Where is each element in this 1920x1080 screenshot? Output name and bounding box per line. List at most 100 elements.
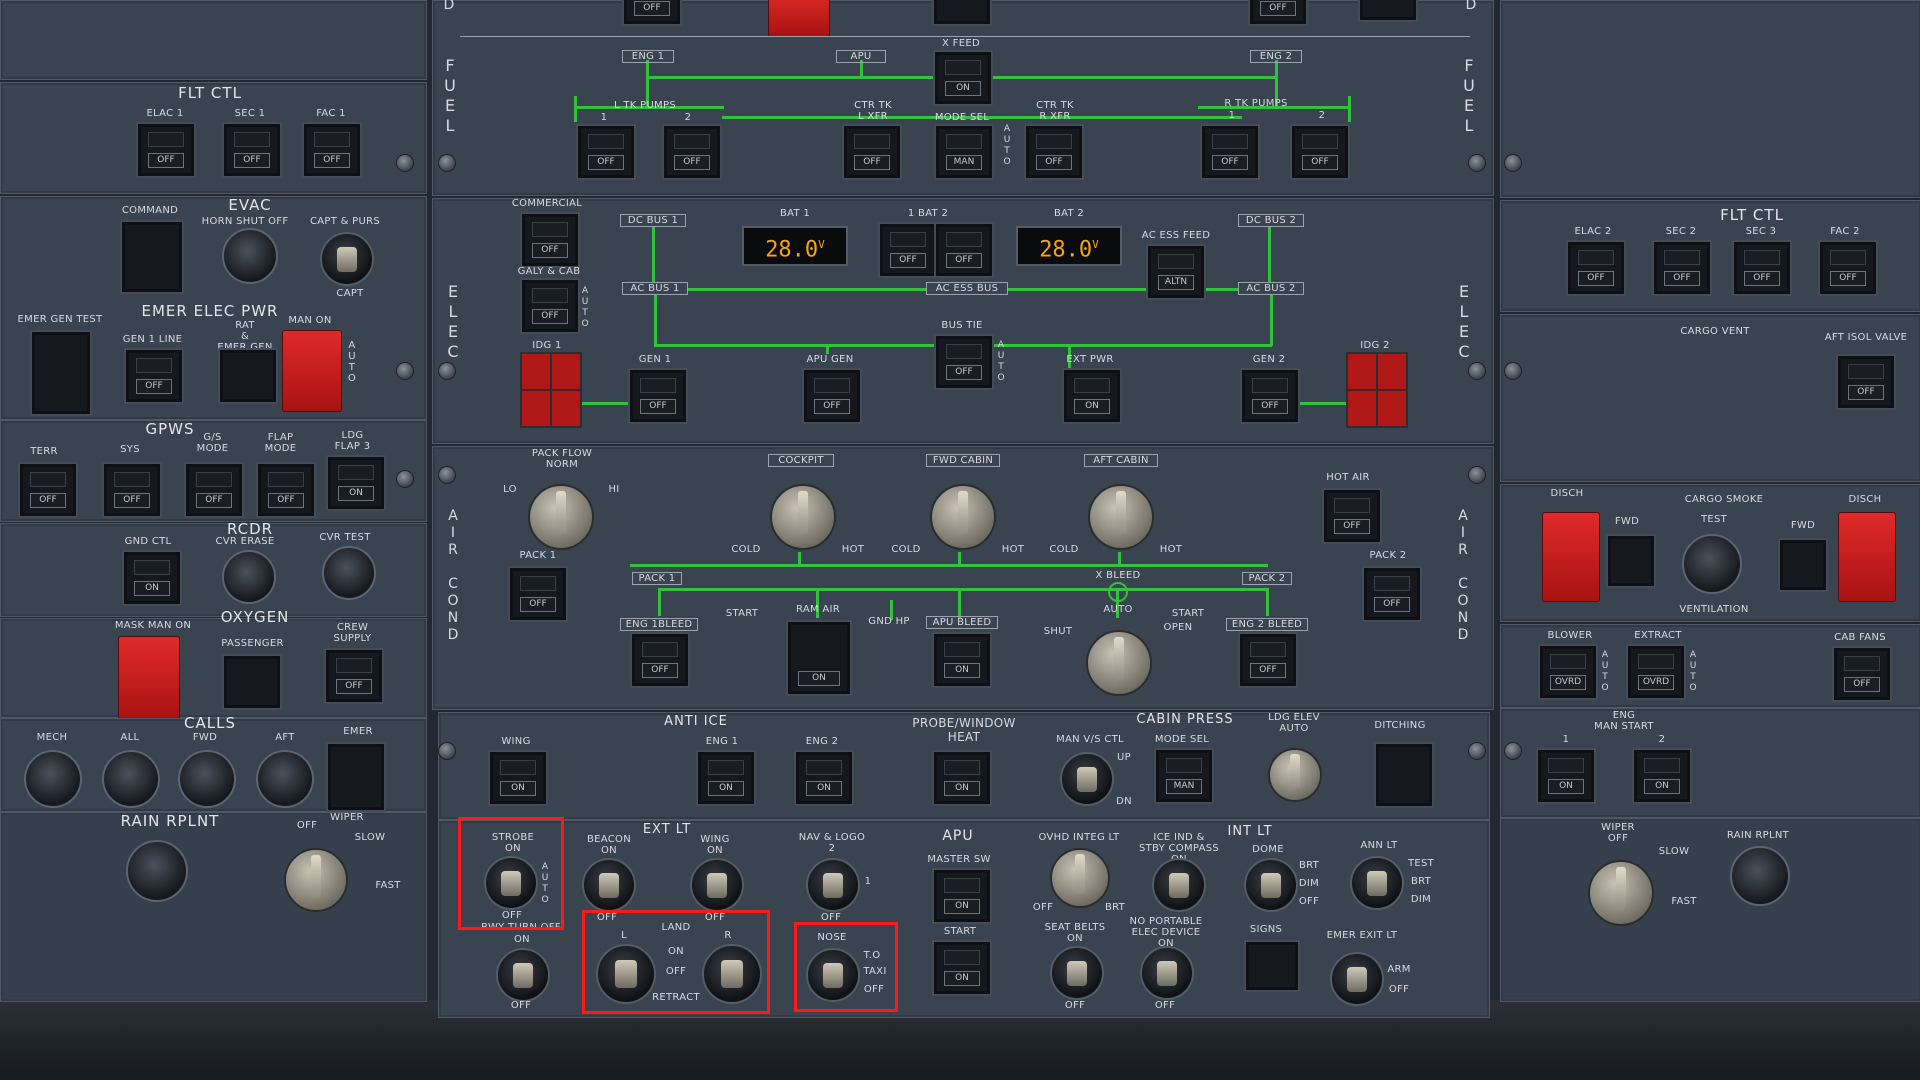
apu-gen-button[interactable]: OFF <box>802 368 862 424</box>
terr-button[interactable]: OFF <box>18 462 78 518</box>
signs-button[interactable] <box>1244 940 1300 992</box>
ann-lt-switch[interactable] <box>1350 856 1404 910</box>
capt-purs-selector[interactable] <box>320 232 374 286</box>
nav-logo-switch[interactable] <box>806 858 860 912</box>
all-call-button[interactable] <box>102 750 160 808</box>
cab-fans-button[interactable]: OFF <box>1832 646 1892 702</box>
gen1-button[interactable]: OFF <box>628 368 688 424</box>
man-start-1-button[interactable]: ON <box>1536 748 1596 804</box>
pack2-button[interactable]: OFF <box>1362 566 1422 622</box>
idg1-guard[interactable] <box>520 352 582 428</box>
probe-window-heat-button[interactable]: ON <box>932 750 992 806</box>
fuel-top-red-guard[interactable] <box>768 0 830 37</box>
apu-master-button[interactable]: ON <box>932 868 992 924</box>
elac2-button[interactable]: OFF <box>1566 240 1626 296</box>
fuel-top-button-2[interactable] <box>932 0 992 26</box>
eng1-anti-ice-button[interactable]: ON <box>696 750 756 806</box>
commercial-button[interactable]: OFF <box>520 212 580 268</box>
gen2-button[interactable]: OFF <box>1240 368 1300 424</box>
aft-cabin-temp-selector[interactable] <box>1088 484 1154 550</box>
rain-rplnt-right-button[interactable] <box>1730 846 1790 906</box>
rwy-turn-off-switch[interactable] <box>496 948 550 1002</box>
wiper-right-selector[interactable] <box>1588 860 1654 926</box>
fwd-cabin-temp-selector[interactable] <box>930 484 996 550</box>
bat1-button[interactable]: OFF <box>878 222 938 278</box>
eng2-anti-ice-button[interactable]: ON <box>794 750 854 806</box>
ac-ess-feed-button[interactable]: ALTN <box>1146 244 1206 300</box>
idg2-guard[interactable] <box>1346 352 1408 428</box>
rat-emer-gen-button[interactable] <box>218 348 278 404</box>
bat2-button[interactable]: OFF <box>934 222 994 278</box>
cvr-test-button[interactable] <box>322 546 376 600</box>
aft-isol-valve-button[interactable]: OFF <box>1836 354 1896 410</box>
sec2-button[interactable]: OFF <box>1652 240 1712 296</box>
fac2-button[interactable]: OFF <box>1818 240 1878 296</box>
ctr-tk-l-xfr-button[interactable]: OFF <box>842 124 902 180</box>
l-tk-pump-1-button[interactable]: OFF <box>576 124 636 180</box>
ldg-elev-selector[interactable] <box>1268 748 1322 802</box>
dome-switch[interactable] <box>1244 858 1298 912</box>
pack1-button[interactable]: OFF <box>508 566 568 622</box>
gen1-line-button[interactable]: OFF <box>124 348 184 404</box>
rain-rplnt-left-button[interactable] <box>126 840 188 902</box>
x-bleed-selector[interactable] <box>1086 630 1152 696</box>
press-mode-sel-button[interactable]: MAN <box>1154 748 1214 804</box>
ext-pwr-button[interactable]: ON <box>1062 368 1122 424</box>
extract-button[interactable]: OVRD <box>1626 644 1686 700</box>
beacon-switch[interactable] <box>582 858 636 912</box>
man-vs-ctl-switch[interactable] <box>1060 752 1114 806</box>
sec1-button[interactable]: OFF <box>222 122 282 178</box>
rat-man-on-guard[interactable] <box>282 330 342 412</box>
hot-air-button[interactable]: OFF <box>1322 488 1382 544</box>
eng1-bleed-button[interactable]: OFF <box>630 632 690 688</box>
elac1-button[interactable]: OFF <box>136 122 196 178</box>
mech-call-button[interactable] <box>24 750 82 808</box>
fuel-top-button-3[interactable]: OFF <box>1248 0 1308 26</box>
emer-call-button[interactable] <box>326 742 386 812</box>
ovhd-integ-lt-knob[interactable] <box>1050 848 1110 908</box>
ice-ind-switch[interactable] <box>1152 858 1206 912</box>
emer-gen-test-button[interactable] <box>30 330 92 416</box>
man-start-2-button[interactable]: ON <box>1632 748 1692 804</box>
apu-bleed-button[interactable]: ON <box>932 632 992 688</box>
evac-command-button[interactable] <box>120 220 184 294</box>
bus-tie-button[interactable]: OFF <box>934 334 994 390</box>
emer-exit-lt-switch[interactable] <box>1330 952 1384 1006</box>
ctr-tk-r-xfr-button[interactable]: OFF <box>1024 124 1084 180</box>
pack-flow-selector[interactable] <box>528 484 594 550</box>
eng2-bleed-button[interactable]: OFF <box>1238 632 1298 688</box>
disch-right-guard[interactable] <box>1838 512 1896 602</box>
disch-left-guard[interactable] <box>1542 512 1600 602</box>
r-tk-pump-2-button[interactable]: OFF <box>1290 124 1350 180</box>
seat-belts-switch[interactable] <box>1050 946 1104 1000</box>
ldg-flap3-button[interactable]: ON <box>326 455 386 511</box>
sys-button[interactable]: OFF <box>102 462 162 518</box>
apu-start-button[interactable]: ON <box>932 940 992 996</box>
fuel-mode-sel-button[interactable]: MAN <box>934 124 994 180</box>
wing-lt-switch[interactable] <box>690 858 744 912</box>
cvr-erase-button[interactable] <box>222 550 276 604</box>
cargo-fwd-left-button[interactable] <box>1606 534 1656 588</box>
fac1-button[interactable]: OFF <box>302 122 362 178</box>
crew-supply-button[interactable]: OFF <box>324 648 384 704</box>
fuel-top-button-1[interactable]: OFF <box>622 0 682 26</box>
wiper-left-selector[interactable] <box>284 848 348 912</box>
xfeed-button[interactable]: ON <box>933 50 993 106</box>
l-tk-pump-2-button[interactable]: OFF <box>662 124 722 180</box>
fwd-call-button[interactable] <box>178 750 236 808</box>
cockpit-temp-selector[interactable] <box>770 484 836 550</box>
fuel-top-button-4[interactable] <box>1358 0 1418 22</box>
ram-air-button[interactable]: ON <box>786 620 852 696</box>
sec3-button[interactable]: OFF <box>1732 240 1792 296</box>
no-portable-switch[interactable] <box>1140 946 1194 1000</box>
aft-call-button[interactable] <box>256 750 314 808</box>
horn-shut-off-button[interactable] <box>222 228 278 284</box>
passenger-button[interactable] <box>222 654 282 710</box>
ditching-button[interactable] <box>1374 742 1434 808</box>
r-tk-pump-1-button[interactable]: OFF <box>1200 124 1260 180</box>
galy-cab-button[interactable]: OFF <box>520 278 580 334</box>
mask-man-on-guard[interactable] <box>118 636 180 720</box>
flap-mode-button[interactable]: OFF <box>256 462 316 518</box>
gs-mode-button[interactable]: OFF <box>184 462 244 518</box>
cargo-test-button[interactable] <box>1682 534 1742 594</box>
